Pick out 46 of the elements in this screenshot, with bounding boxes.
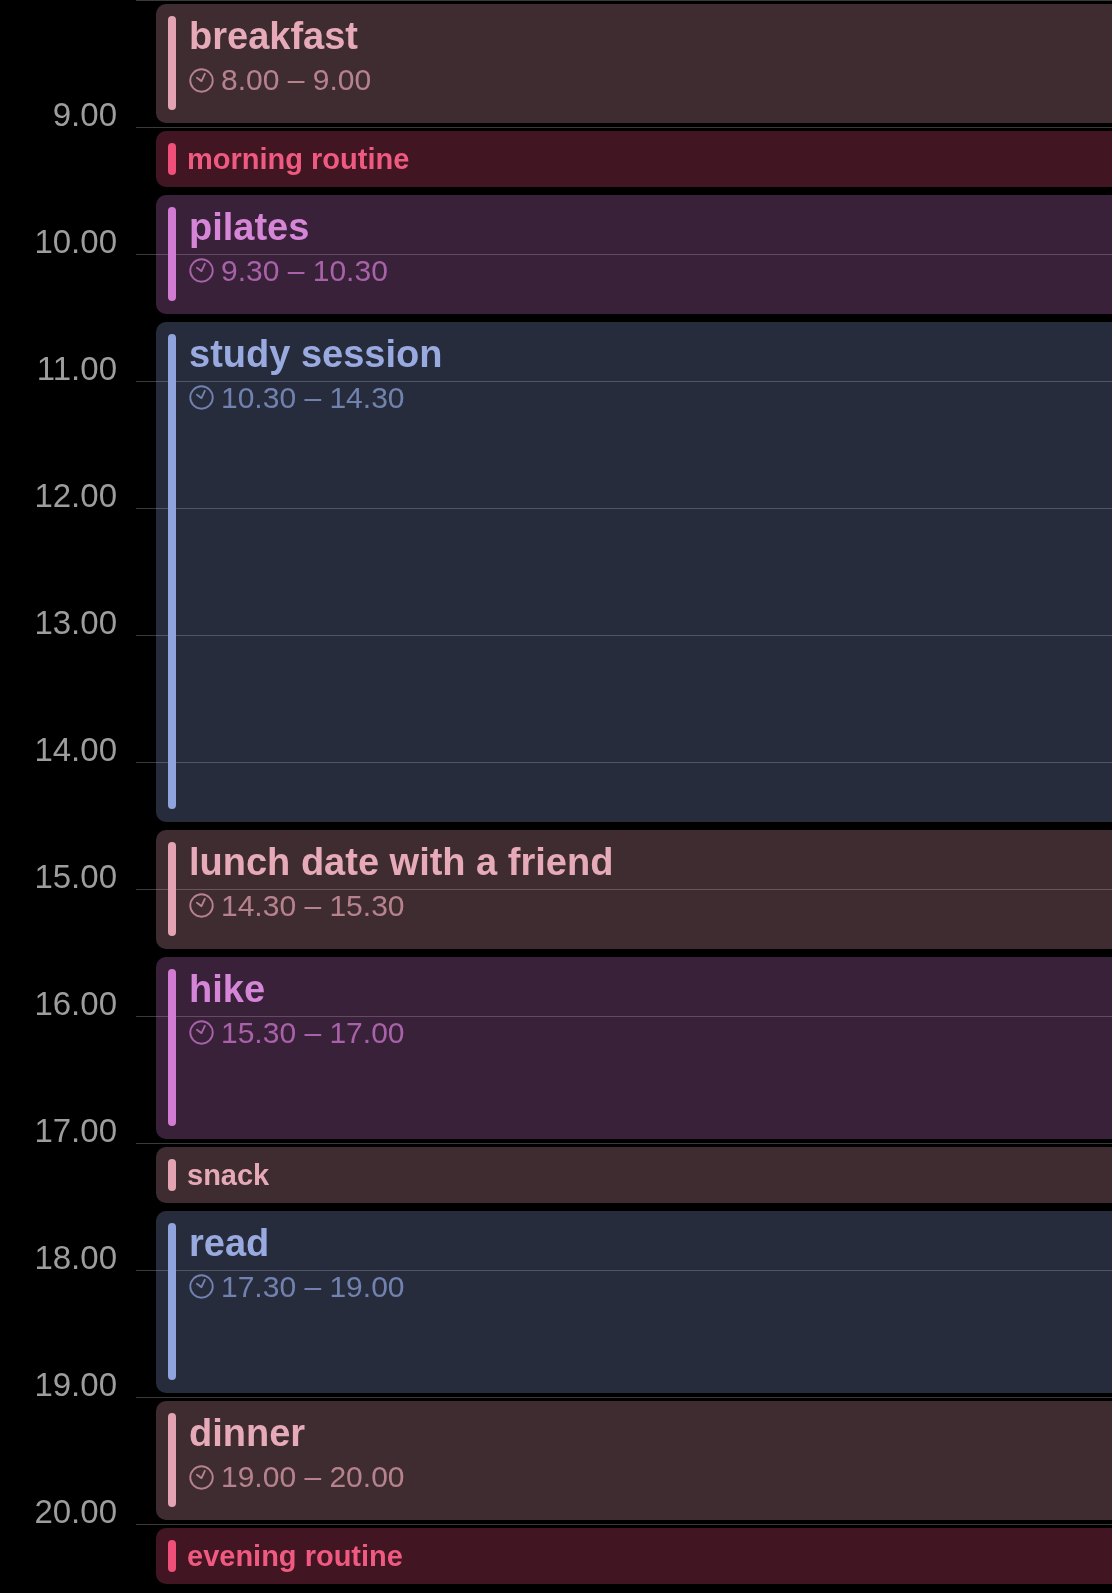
event-time: 9.30 – 10.30 <box>221 252 388 289</box>
event-card[interactable]: morning routine <box>156 131 1112 187</box>
clock-icon <box>189 67 214 93</box>
event-title: breakfast <box>189 14 358 58</box>
event-time: 15.30 – 17.00 <box>221 1014 405 1051</box>
event-card[interactable]: study session 10.30 – 14.30 <box>156 321 1112 822</box>
hour-label: 16.00 <box>34 987 117 1020</box>
event-time: 17.30 – 19.00 <box>221 1268 405 1305</box>
clock-icon <box>189 1464 214 1490</box>
event-time: 14.30 – 15.30 <box>221 887 405 924</box>
event-title: pilates <box>189 204 310 249</box>
hour-label: 10.00 <box>34 225 117 258</box>
hour-label: 15.00 <box>34 860 117 893</box>
event-time: 10.30 – 14.30 <box>221 379 405 416</box>
event-title: dinner <box>189 1411 306 1455</box>
hour-label: 18.00 <box>34 1241 117 1274</box>
hour-label: 20.00 <box>34 1495 117 1528</box>
event-card[interactable]: hike 15.30 – 17.00 <box>156 956 1112 1139</box>
event-card[interactable]: evening routine <box>156 1528 1112 1584</box>
hour-label: 11.00 <box>36 352 117 385</box>
event-title: morning routine <box>187 141 410 176</box>
hour-label: 13.00 <box>34 606 117 639</box>
hour-label: 17.00 <box>34 1114 117 1147</box>
event-title: read <box>189 1220 270 1265</box>
clock-icon <box>189 893 214 918</box>
hour-label: 12.00 <box>34 479 117 512</box>
event-card[interactable]: breakfast 8.00 – 9.00 <box>156 4 1112 123</box>
event-title: lunch date with a friend <box>189 839 614 884</box>
clock-icon <box>189 258 214 283</box>
event-card[interactable]: pilates 9.30 – 10.30 <box>156 194 1112 314</box>
hour-label: 14.00 <box>34 733 117 766</box>
event-title: study session <box>189 331 443 376</box>
event-card[interactable]: read 17.30 – 19.00 <box>156 1210 1112 1393</box>
event-time: 8.00 – 9.00 <box>221 62 372 98</box>
event-title: snack <box>187 1157 270 1192</box>
event-time: 19.00 – 20.00 <box>221 1459 405 1495</box>
hour-label: 19.00 <box>34 1368 117 1401</box>
clock-icon <box>189 1274 214 1299</box>
clock-icon <box>189 385 214 410</box>
event-card[interactable]: dinner 19.00 – 20.00 <box>156 1401 1112 1520</box>
event-card[interactable]: lunch date with a friend 14.30 – 15.30 <box>156 829 1112 949</box>
event-card[interactable]: snack <box>156 1147 1112 1203</box>
event-title: evening routine <box>187 1538 403 1573</box>
clock-icon <box>189 1020 214 1045</box>
hour-label: 9.00 <box>52 98 117 131</box>
event-title: hike <box>189 966 266 1011</box>
